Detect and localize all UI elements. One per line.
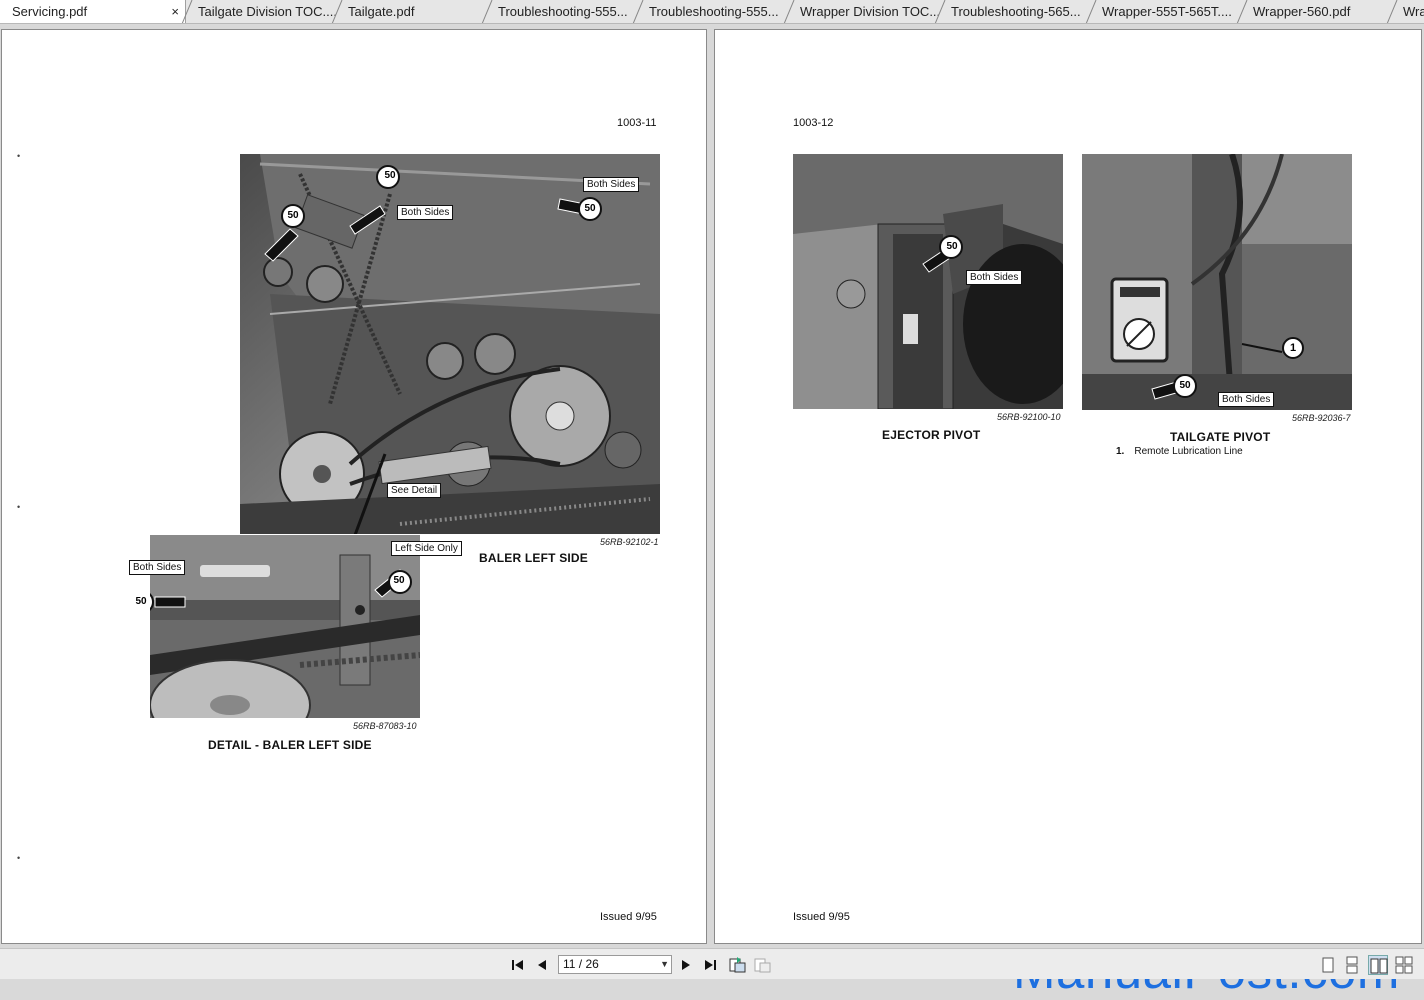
fit-page-button[interactable] [752,955,772,975]
chevron-down-icon[interactable]: ▼ [660,956,669,973]
page-left: 1003-11 • • • Both Sides Both Sides See … [1,29,707,944]
page-number-input[interactable]: 11 / 26 ▼ [558,955,672,974]
figure-id: 56RB-92102-1 [600,537,659,547]
margin-mark: • [17,853,21,863]
grease-label: 50 [584,203,596,214]
figure-caption: TAILGATE PIVOT [1170,430,1271,444]
grease-label: 50 [1179,380,1191,391]
last-page-icon [705,960,716,970]
continuous-page-icon [1346,956,1358,974]
figure-id: 56RB-92100-10 [997,412,1061,422]
tab-separators [181,0,1398,23]
legend-number: 1. [1116,446,1125,457]
item-marker: 1 [1289,342,1297,354]
page-number: 1003-12 [793,117,834,129]
tailgate-pivot-photo [1082,154,1352,410]
single-page-icon [1322,957,1334,973]
callout-both-sides: Both Sides [1218,392,1275,407]
issued-date: Issued 9/95 [600,911,657,923]
legend-text: Remote Lubrication Line [1134,446,1243,457]
grease-label: 50 [393,575,405,586]
tab-bar: Servicing.pdf × Tailgate Division TOC...… [0,0,1424,24]
document-viewer[interactable]: 1003-11 • • • Both Sides Both Sides See … [0,25,1424,999]
navigation-toolbar: 11 / 26 ▼ [0,948,1424,979]
figure-caption: EJECTOR PIVOT [882,428,981,442]
legend-item: 1. Remote Lubrication Line [1116,446,1243,457]
fit-page-icon [754,958,771,973]
grease-label: 50 [287,210,299,221]
rotate-button[interactable] [727,955,747,975]
callout-see-detail: See Detail [387,483,442,498]
last-page-button[interactable] [700,955,720,975]
first-page-button[interactable] [508,955,528,975]
figure-id: 56RB-92036-7 [1292,413,1351,423]
callout-left-side-only: Left Side Only [391,541,462,556]
previous-page-icon [538,960,546,970]
previous-page-button[interactable] [532,955,552,975]
page-indicator: 11 / 26 [563,957,599,971]
callout-both-sides: Both Sides [966,270,1023,285]
figure-caption: BALER LEFT SIDE [479,551,589,565]
callout-both-sides: Both Sides [129,560,186,575]
figure-caption: DETAIL - BALER LEFT SIDE [208,738,372,752]
two-page-icon [1370,958,1388,974]
issued-date: Issued 9/95 [793,911,850,923]
grease-label: 50 [384,170,396,181]
next-page-button[interactable] [676,955,696,975]
next-page-icon [682,960,690,970]
two-page-continuous-button[interactable] [1394,955,1414,975]
first-page-icon [512,960,523,970]
continuous-view-button[interactable] [1342,955,1362,975]
ejector-pivot-photo [793,154,1063,409]
margin-mark: • [17,502,21,512]
grease-label: 50 [946,241,958,252]
detail-baler-left-side-photo [150,535,420,718]
grease-label: 50 [135,596,147,607]
page-number: 1003-11 [617,117,657,129]
single-page-view-button[interactable] [1318,955,1338,975]
two-page-continuous-icon [1395,956,1413,974]
two-page-view-button[interactable] [1368,955,1388,975]
page-right: 1003-12 Both Sides 50 56RB-92100-10 EJEC… [714,29,1422,944]
figure-id: 56RB-87083-10 [353,721,417,731]
margin-mark: • [17,151,21,161]
callout-both-sides: Both Sides [397,205,454,220]
rotate-icon [729,957,746,973]
callout-both-sides: Both Sides [583,177,640,192]
